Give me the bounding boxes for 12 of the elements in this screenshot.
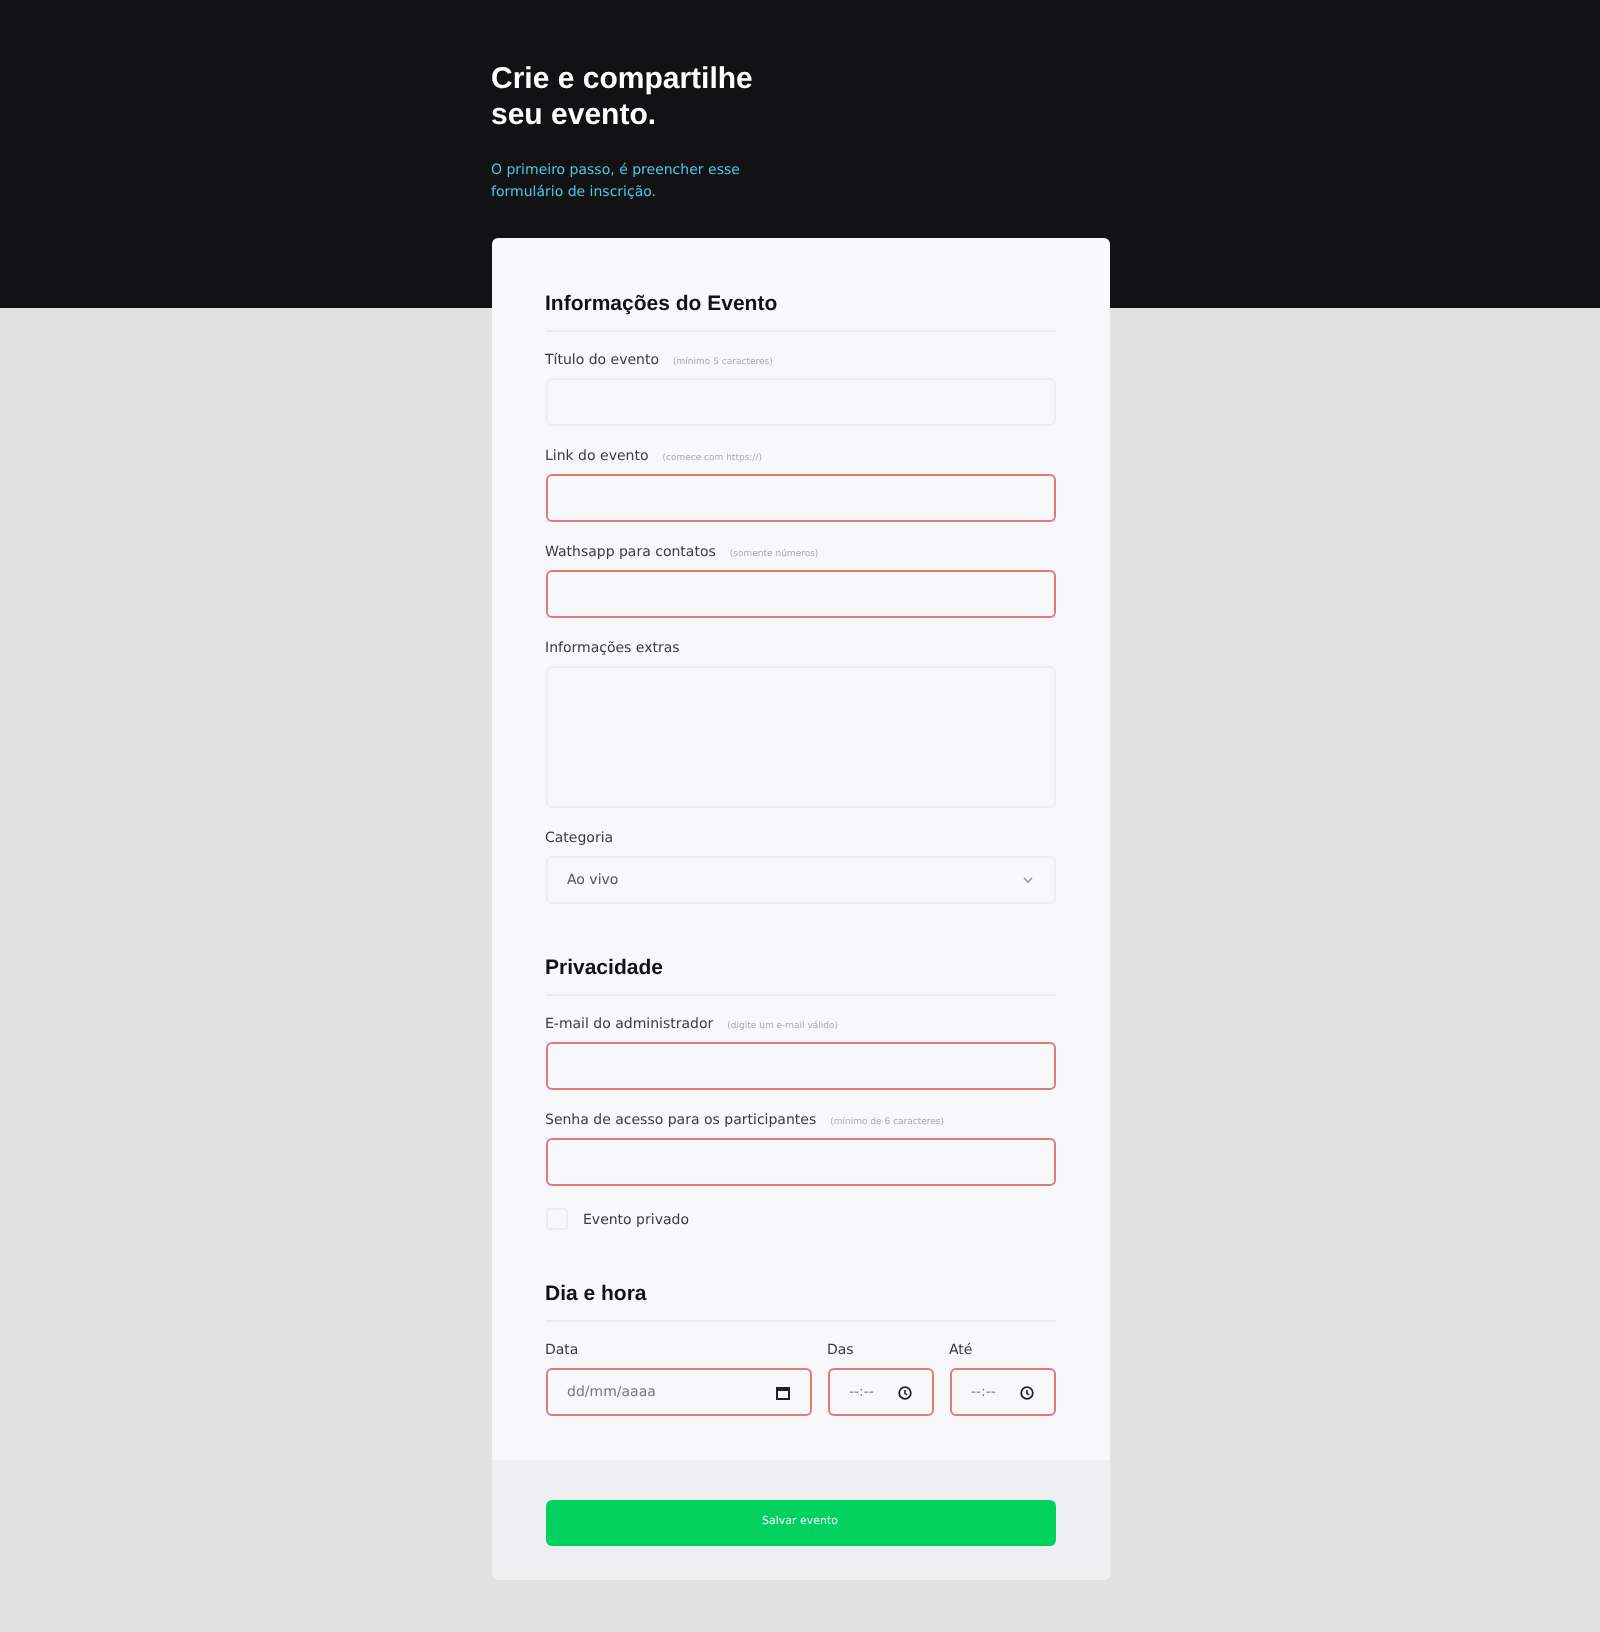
input-field[interactable]	[545, 1138, 1055, 1186]
input-field[interactable]	[545, 570, 1055, 618]
section-title: Privacidade	[545, 956, 1055, 996]
calendar-icon	[775, 1385, 789, 1399]
section-title: Informações do Evento	[545, 292, 1055, 332]
clock-icon	[897, 1385, 911, 1399]
chevron-down-icon	[1021, 876, 1033, 884]
input-field[interactable]	[545, 474, 1055, 522]
input-field[interactable]	[545, 1042, 1055, 1090]
page-title: Crie e compartilhe seu evento.	[491, 62, 755, 134]
clock-icon	[1019, 1385, 1033, 1399]
section-title: Dia e hora	[545, 1282, 1055, 1322]
